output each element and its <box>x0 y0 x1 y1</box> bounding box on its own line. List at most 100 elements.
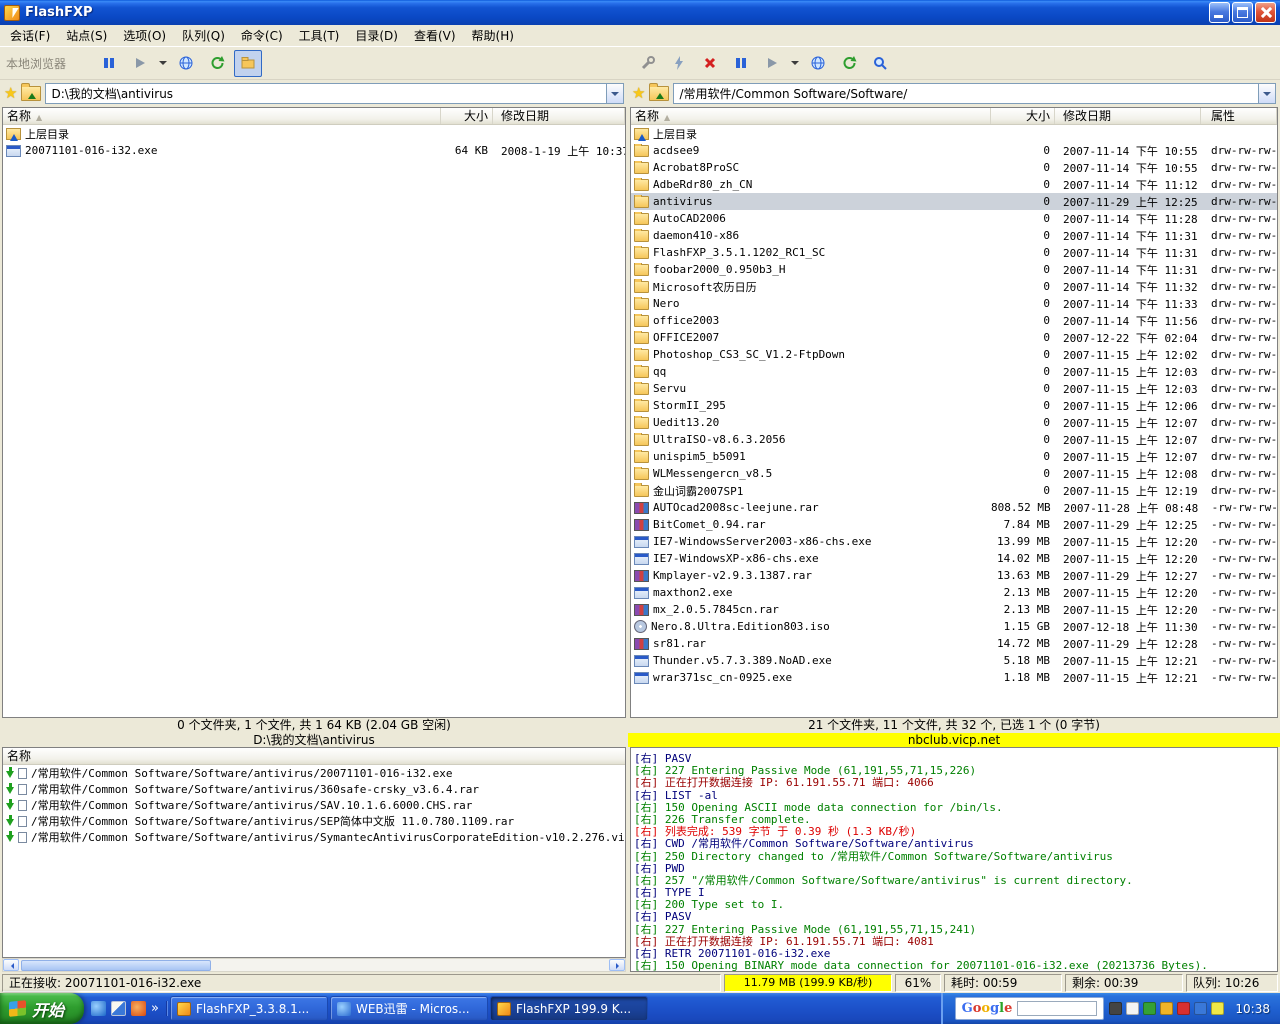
google-search-input[interactable] <box>1017 1001 1097 1016</box>
file-row[interactable]: Acrobat8ProSC 0 2007-11-14 下午 10:55 drw-… <box>631 159 1277 176</box>
file-row[interactable]: Kmplayer-v2.9.3.1387.rar 13.63 MB 2007-1… <box>631 567 1277 584</box>
file-row[interactable]: AdbeRdr80_zh_CN 0 2007-11-14 下午 11:12 dr… <box>631 176 1277 193</box>
tray-icon[interactable] <box>1211 1002 1224 1015</box>
local-up-directory-button[interactable] <box>21 86 41 101</box>
menu-item[interactable]: 目录(D) <box>347 25 406 46</box>
file-row[interactable]: UltraISO-v8.6.3.2056 0 2007-11-15 上午 12:… <box>631 431 1277 448</box>
file-row[interactable]: 上层目录 <box>631 125 1277 142</box>
file-row[interactable]: AutoCAD2006 0 2007-11-14 下午 11:28 drw-rw… <box>631 210 1277 227</box>
file-row[interactable]: mx_2.0.5.7845cn.rar 2.13 MB 2007-11-15 上… <box>631 601 1277 618</box>
file-row[interactable]: maxthon2.exe 2.13 MB 2007-11-15 上午 12:20… <box>631 584 1277 601</box>
file-row[interactable]: foobar2000_0.950b3_H 0 2007-11-14 下午 11:… <box>631 261 1277 278</box>
disconnect-button[interactable] <box>696 50 724 77</box>
menu-item[interactable]: 选项(O) <box>115 25 174 46</box>
connect-button[interactable] <box>665 50 693 77</box>
start-transfer-button[interactable] <box>126 50 154 77</box>
file-row[interactable]: antivirus 0 2007-11-29 上午 12:25 drw-rw-r… <box>631 193 1277 210</box>
remote-start-transfer-button[interactable] <box>758 50 786 77</box>
file-row[interactable]: wrar371sc_cn-0925.exe 1.18 MB 2007-11-15… <box>631 669 1277 686</box>
remote-transfer-mode-button[interactable] <box>804 50 832 77</box>
taskbar-task-button[interactable]: WEB迅雷 - Micros... <box>330 996 488 1021</box>
local-path-dropdown-icon[interactable] <box>606 84 623 103</box>
refresh-button[interactable] <box>203 50 231 77</box>
menu-item[interactable]: 查看(V) <box>406 25 464 46</box>
remote-refresh-button[interactable] <box>835 50 863 77</box>
column-header-name[interactable]: 名称 <box>631 108 991 124</box>
file-row[interactable]: Microsoft农历日历 0 2007-11-14 下午 11:32 drw-… <box>631 278 1277 295</box>
queue-item[interactable]: /常用软件/Common Software/Software/antivirus… <box>3 829 625 845</box>
queue-item[interactable]: /常用软件/Common Software/Software/antivirus… <box>3 781 625 797</box>
find-button[interactable] <box>866 50 894 77</box>
close-button[interactable] <box>1255 2 1276 23</box>
taskbar-task-button[interactable]: FlashFXP 199.9 K... <box>490 996 648 1021</box>
taskbar-task-button[interactable]: FlashFXP_3.3.8.1... <box>170 996 328 1021</box>
menu-item[interactable]: 命令(C) <box>233 25 291 46</box>
menu-item[interactable]: 帮助(H) <box>464 25 522 46</box>
tray-icon[interactable] <box>1194 1002 1207 1015</box>
remote-up-directory-button[interactable] <box>649 86 669 101</box>
queue-item[interactable]: /常用软件/Common Software/Software/antivirus… <box>3 797 625 813</box>
column-header-name[interactable]: 名称 <box>3 108 441 124</box>
quick-connect-button[interactable] <box>634 50 662 77</box>
menu-item[interactable]: 会话(F) <box>2 25 58 46</box>
file-row[interactable]: StormII_295 0 2007-11-15 上午 12:06 drw-rw… <box>631 397 1277 414</box>
scrollbar-thumb[interactable] <box>21 960 211 971</box>
remote-path-dropdown-icon[interactable] <box>1258 84 1275 103</box>
remote-pause-queue-button[interactable] <box>727 50 755 77</box>
minimize-button[interactable] <box>1209 2 1230 23</box>
file-row[interactable]: Uedit13.20 0 2007-11-15 上午 12:07 drw-rw-… <box>631 414 1277 431</box>
file-row[interactable]: OFFICE2007 0 2007-12-22 下午 02:04 drw-rw-… <box>631 329 1277 346</box>
file-row[interactable]: BitComet_0.94.rar 7.84 MB 2007-11-29 上午 … <box>631 516 1277 533</box>
transfer-mode-button[interactable] <box>172 50 200 77</box>
queue-item[interactable]: /常用软件/Common Software/Software/antivirus… <box>3 813 625 829</box>
column-header-size[interactable]: 大小 <box>441 108 493 124</box>
queue-column-header[interactable]: 名称 <box>3 748 625 765</box>
menu-item[interactable]: 工具(T) <box>291 25 348 46</box>
menu-item[interactable]: 站点(S) <box>58 25 115 46</box>
tray-icon[interactable] <box>1177 1002 1190 1015</box>
quick-launch-media-icon[interactable] <box>131 1001 146 1016</box>
file-row[interactable]: daemon410-x86 0 2007-11-14 下午 11:31 drw-… <box>631 227 1277 244</box>
pause-queue-button[interactable] <box>95 50 123 77</box>
start-button[interactable]: 开始 <box>0 993 84 1024</box>
quick-launch-chevron-icon[interactable] <box>151 1001 159 1016</box>
file-row[interactable]: acdsee9 0 2007-11-14 下午 10:55 drw-rw-rw- <box>631 142 1277 159</box>
quick-launch-show-desktop-icon[interactable] <box>111 1001 126 1016</box>
file-row[interactable]: 上层目录 <box>3 125 625 142</box>
local-path-combobox[interactable]: D:\我的文档\antivirus <box>45 83 624 104</box>
file-row[interactable]: Photoshop_CS3_SC_V1.2-FtpDown 0 2007-11-… <box>631 346 1277 363</box>
bookmarks-star-icon[interactable] <box>4 86 17 101</box>
remote-path-combobox[interactable]: /常用软件/Common Software/Software/ <box>673 83 1276 104</box>
quick-launch-ie-icon[interactable] <box>91 1001 106 1016</box>
column-header-attr[interactable]: 属性 <box>1201 108 1277 124</box>
file-row[interactable]: Thunder.v5.7.3.389.NoAD.exe 5.18 MB 2007… <box>631 652 1277 669</box>
column-header-date[interactable]: 修改日期 <box>1055 108 1201 124</box>
file-row[interactable]: qq 0 2007-11-15 上午 12:03 drw-rw-rw- <box>631 363 1277 380</box>
google-search-deskband[interactable]: Google <box>955 997 1105 1020</box>
folder-sync-button[interactable] <box>234 50 262 77</box>
scroll-right-arrow-icon[interactable] <box>609 959 625 971</box>
file-row[interactable]: AUTOcad2008sc-leejune.rar 808.52 MB 2007… <box>631 499 1277 516</box>
tray-icon[interactable] <box>1160 1002 1173 1015</box>
file-row[interactable]: sr81.rar 14.72 MB 2007-11-29 上午 12:28 -r… <box>631 635 1277 652</box>
file-row[interactable]: Nero 0 2007-11-14 下午 11:33 drw-rw-rw- <box>631 295 1277 312</box>
horizontal-scrollbar[interactable] <box>2 958 626 972</box>
file-row[interactable]: WLMessengercn_v8.5 0 2007-11-15 上午 12:08… <box>631 465 1277 482</box>
bookmarks-star-icon[interactable] <box>632 86 645 101</box>
file-row[interactable]: 20071101-016-i32.exe 64 KB 2008-1-19 上午 … <box>3 142 625 159</box>
tray-icon[interactable] <box>1126 1002 1139 1015</box>
column-header-date[interactable]: 修改日期 <box>493 108 625 124</box>
remote-transfer-dropdown-arrow-icon[interactable] <box>789 50 801 77</box>
file-row[interactable]: office2003 0 2007-11-14 下午 11:56 drw-rw-… <box>631 312 1277 329</box>
file-row[interactable]: IE7-WindowsXP-x86-chs.exe 14.02 MB 2007-… <box>631 550 1277 567</box>
tray-icon[interactable] <box>1109 1002 1122 1015</box>
transfer-dropdown-arrow-icon[interactable] <box>157 50 169 77</box>
file-row[interactable]: unispim5_b5091 0 2007-11-15 上午 12:07 drw… <box>631 448 1277 465</box>
file-row[interactable]: Nero.8.Ultra.Edition803.iso 1.15 GB 2007… <box>631 618 1277 635</box>
tray-icon[interactable] <box>1143 1002 1156 1015</box>
maximize-button[interactable] <box>1232 2 1253 23</box>
scroll-left-arrow-icon[interactable] <box>3 959 19 971</box>
file-row[interactable]: 金山词霸2007SP1 0 2007-11-15 上午 12:19 drw-rw… <box>631 482 1277 499</box>
column-header-size[interactable]: 大小 <box>991 108 1055 124</box>
file-row[interactable]: FlashFXP_3.5.1.1202_RC1_SC 0 2007-11-14 … <box>631 244 1277 261</box>
